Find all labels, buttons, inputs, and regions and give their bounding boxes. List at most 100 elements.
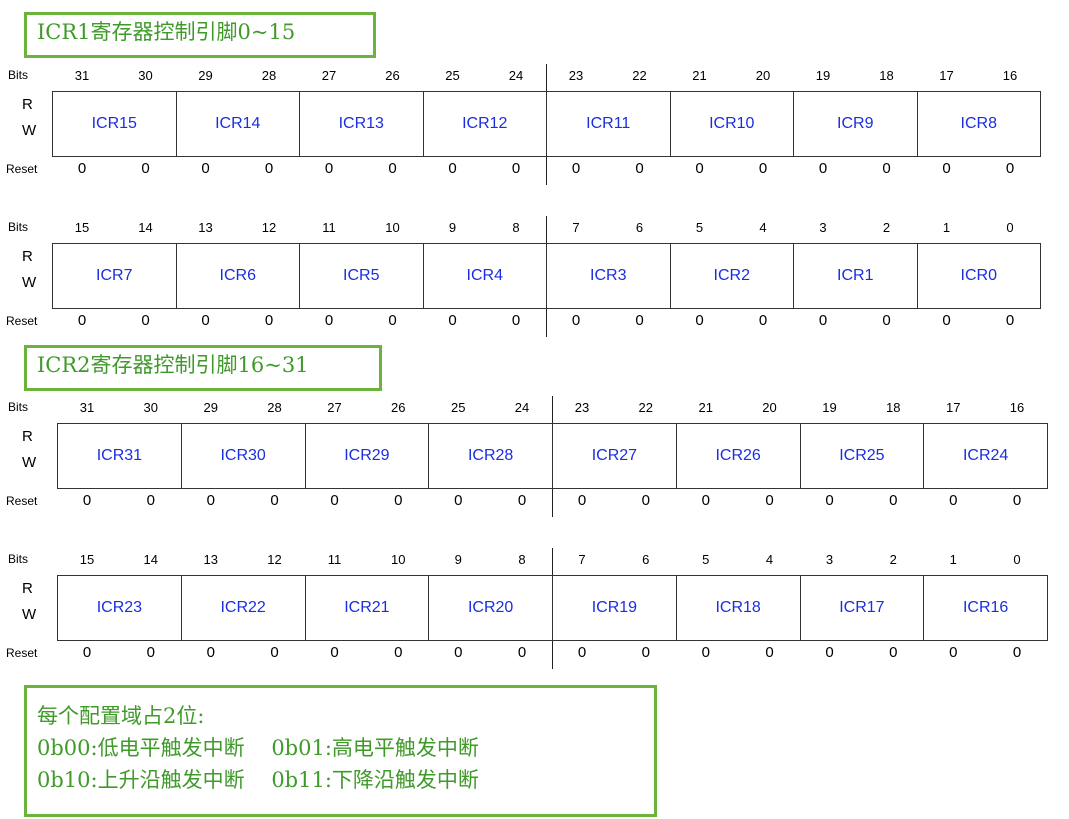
register-field: ICR22 <box>180 575 306 641</box>
reset-value: 0 <box>765 492 774 509</box>
register-field: ICR31 <box>57 423 182 489</box>
reset-value: 0 <box>141 312 150 329</box>
reset-value: 0 <box>324 160 334 177</box>
byte-divider <box>552 396 553 423</box>
note-row: 0b10:上升沿触发中断 0b11:下降沿触发中断 <box>37 764 644 796</box>
bit-number: 15 <box>79 552 95 567</box>
reset-value: 0 <box>949 492 958 509</box>
register-field: ICR14 <box>175 91 300 157</box>
section-title-icr1: ICR1寄存器控制引脚0~15 <box>24 12 376 58</box>
note-option: 0b11:下降沿触发中断 <box>271 768 479 792</box>
reset-value: 0 <box>206 492 215 509</box>
byte-divider <box>552 548 553 575</box>
bit-number: 6 <box>642 552 650 567</box>
bit-number: 27 <box>321 68 337 83</box>
read-label: R <box>22 580 33 597</box>
reset-value: 0 <box>264 160 274 177</box>
reset-label: Reset <box>6 314 38 328</box>
register-field: ICR26 <box>675 423 801 489</box>
reset-value: 0 <box>882 312 891 329</box>
byte-divider <box>552 489 553 517</box>
register-field: ICR13 <box>299 91 424 157</box>
reset-value: 0 <box>141 160 150 177</box>
bit-number: 28 <box>261 68 277 83</box>
bit-number: 21 <box>692 68 707 83</box>
bit-number: 25 <box>451 400 466 415</box>
bit-number: 13 <box>203 552 218 567</box>
bit-number: 8 <box>512 220 520 235</box>
bit-number: 1 <box>949 552 957 567</box>
bit-number: 30 <box>138 68 153 83</box>
reset-value: 0 <box>1012 644 1022 661</box>
write-label: W <box>22 606 37 623</box>
register-field: ICR25 <box>799 423 925 489</box>
register-field: ICR27 <box>552 423 677 489</box>
bit-number: 10 <box>385 220 400 235</box>
reset-value: 0 <box>77 160 87 177</box>
bit-number: 20 <box>755 68 771 83</box>
read-label: R <box>22 248 33 265</box>
bit-number: 9 <box>448 220 457 235</box>
reset-value: 0 <box>825 644 834 661</box>
bit-number: 17 <box>939 68 954 83</box>
reset-value: 0 <box>641 492 650 509</box>
bit-number: 29 <box>203 400 218 415</box>
bit-number: 17 <box>946 400 961 415</box>
register-field: ICR7 <box>52 243 177 309</box>
reset-value: 0 <box>270 492 279 509</box>
bit-number: 21 <box>698 400 713 415</box>
reset-value: 0 <box>511 312 521 329</box>
reset-value: 0 <box>758 160 768 177</box>
read-label: R <box>22 428 33 445</box>
reset-value: 0 <box>695 160 704 177</box>
bit-number: 16 <box>1002 68 1018 83</box>
reset-value: 0 <box>577 644 587 661</box>
reset-value: 0 <box>454 492 463 509</box>
bit-number: 7 <box>578 552 586 567</box>
bit-number: 11 <box>322 220 336 235</box>
reset-value: 0 <box>454 644 463 661</box>
bit-number: 29 <box>198 68 213 83</box>
bit-number: 30 <box>143 400 158 415</box>
byte-divider <box>546 216 547 243</box>
reset-value: 0 <box>695 312 704 329</box>
bit-number: 19 <box>822 400 837 415</box>
bit-number: 3 <box>825 552 834 567</box>
reset-value: 0 <box>146 492 155 509</box>
register-field: ICR19 <box>552 575 677 641</box>
bit-number: 28 <box>267 400 282 415</box>
register-field: ICR17 <box>799 575 925 641</box>
register-field: ICR29 <box>304 423 430 489</box>
section-title-icr2: ICR2寄存器控制引脚16~31 <box>24 345 382 391</box>
register-field: ICR23 <box>57 575 182 641</box>
reset-value: 0 <box>201 312 210 329</box>
bit-number: 23 <box>574 400 590 415</box>
register-field: ICR5 <box>299 243 424 309</box>
bits-label: Bits <box>8 220 29 234</box>
bit-number: 0 <box>1013 552 1021 567</box>
bit-number: 23 <box>568 68 584 83</box>
reset-value: 0 <box>635 160 644 177</box>
reset-value: 0 <box>949 644 958 661</box>
reset-value: 0 <box>517 644 527 661</box>
bit-number: 31 <box>74 68 90 83</box>
bit-number: 13 <box>198 220 213 235</box>
bit-number: 5 <box>702 552 710 567</box>
bit-number: 24 <box>508 68 524 83</box>
reset-value: 0 <box>577 492 587 509</box>
register-field: ICR0 <box>916 243 1041 309</box>
bit-number: 15 <box>74 220 90 235</box>
register-field: ICR15 <box>52 91 177 157</box>
bit-number: 10 <box>391 552 406 567</box>
note-row: 0b00:低电平触发中断 0b01:高电平触发中断 <box>37 732 644 764</box>
reset-value: 0 <box>511 160 521 177</box>
reset-label: Reset <box>6 162 38 176</box>
note-option: 0b10:上升沿触发中断 <box>37 768 245 792</box>
bit-number: 26 <box>391 400 406 415</box>
reset-value: 0 <box>635 312 644 329</box>
reset-value: 0 <box>571 160 581 177</box>
register-field: ICR3 <box>546 243 671 309</box>
reset-value: 0 <box>388 312 397 329</box>
reset-value: 0 <box>394 644 403 661</box>
bit-number: 11 <box>327 552 342 567</box>
